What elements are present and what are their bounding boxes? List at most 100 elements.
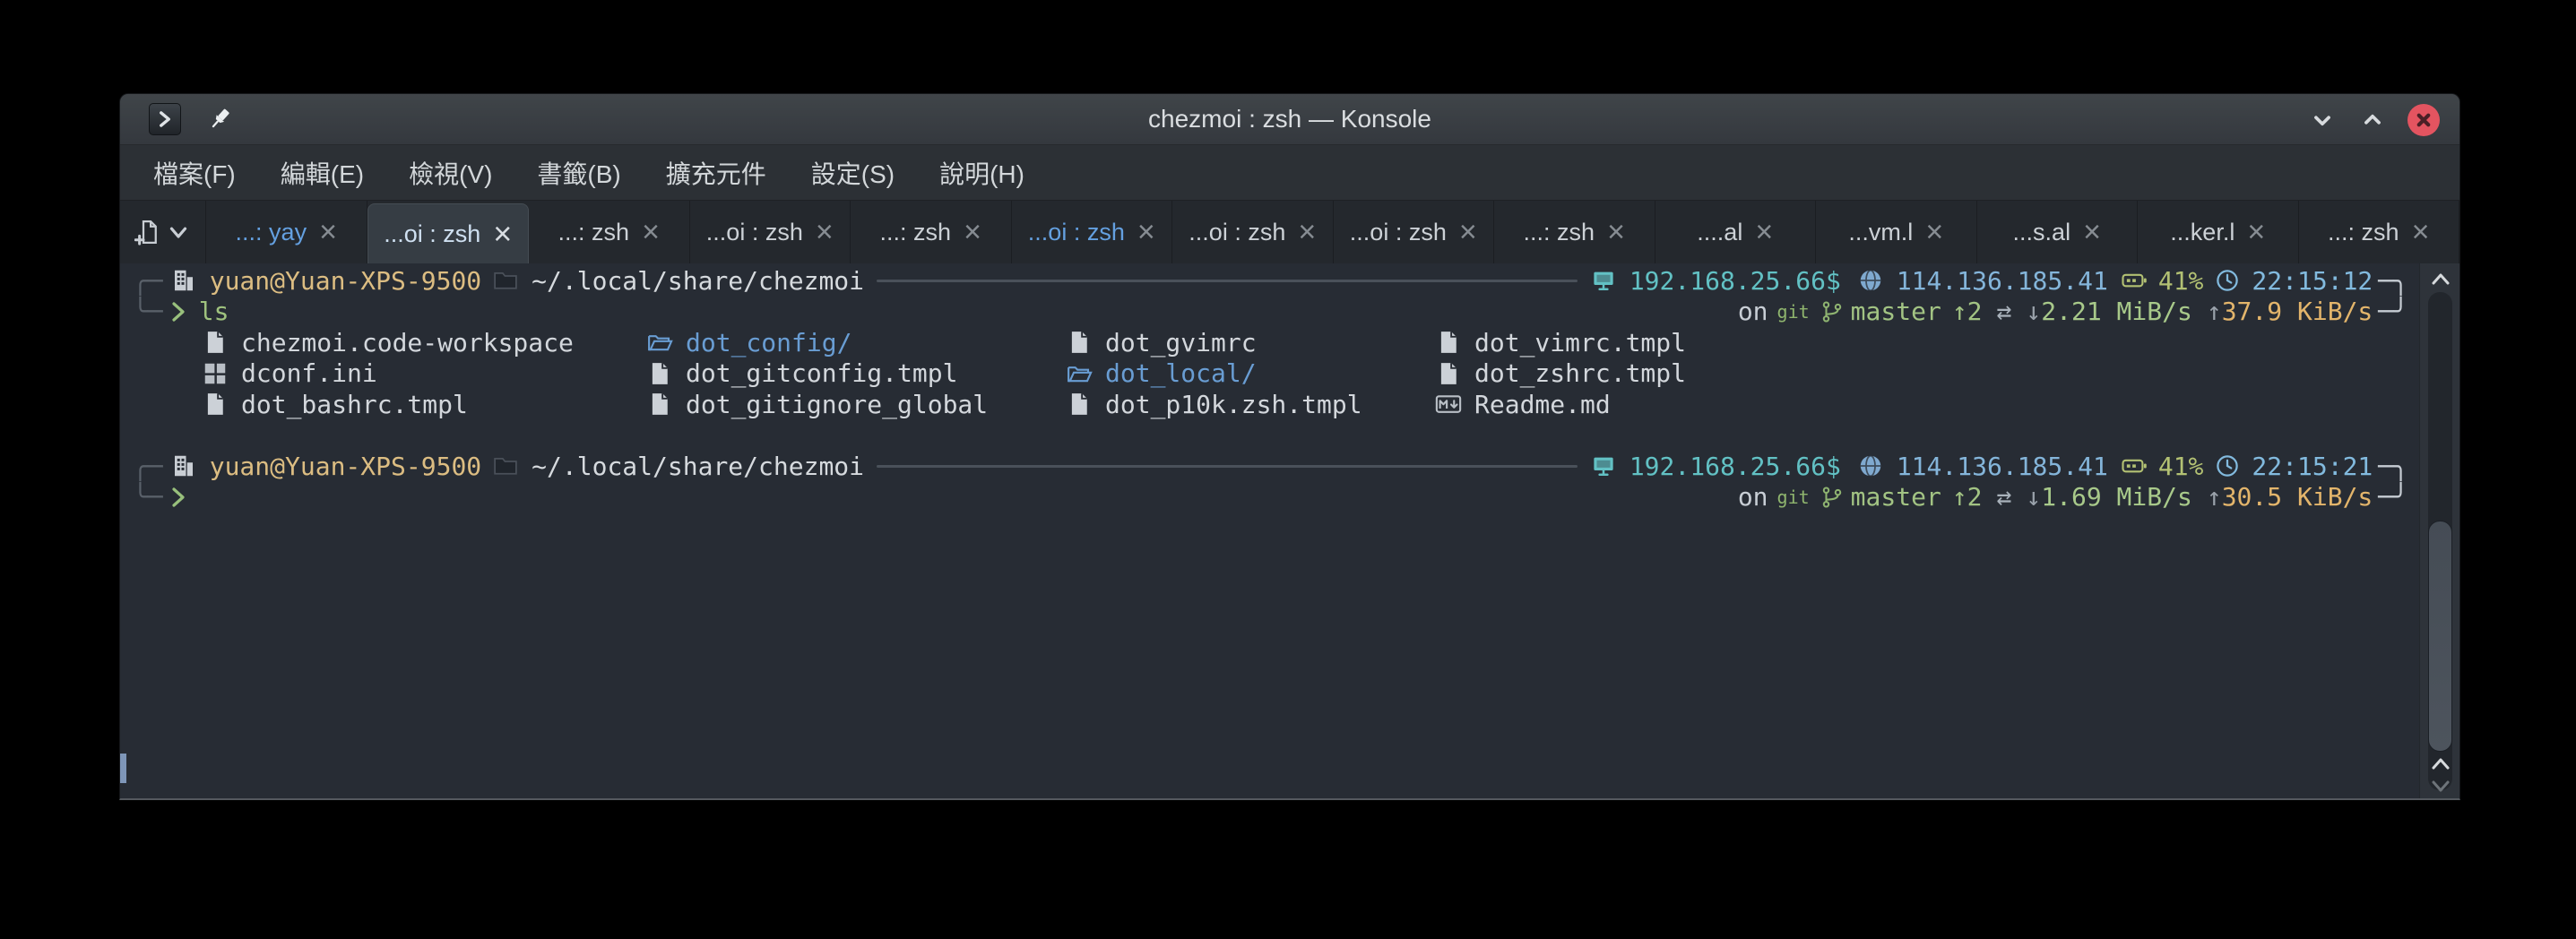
menu-item-5[interactable]: 設定(S) (789, 145, 917, 200)
tab-11[interactable]: ...s.al × (1977, 201, 2139, 263)
tab-label: ...oi : zsh (1350, 219, 1447, 246)
download-speed: 1.69 MiB/s (2041, 482, 2192, 512)
tab-close-icon[interactable]: × (816, 217, 834, 247)
user-host: yuan@Yuan-XPS-9500 (210, 266, 481, 296)
menu-item-3[interactable]: 書籤(B) (514, 145, 643, 200)
file-name: dot_local/ (1105, 358, 1257, 388)
file-icon (202, 329, 229, 356)
git-ahead-count: ↑2 (1952, 482, 1983, 512)
file-name: dconf.ini (241, 358, 377, 388)
folder-icon (1066, 360, 1093, 387)
tab-close-icon[interactable]: × (2247, 217, 2265, 247)
file-name: dot_gitconfig.tmpl (686, 358, 957, 388)
tab-close-icon[interactable]: × (1925, 217, 1943, 247)
terminal-content: ╭─ yuan@Yuan-XPS-9500 ~/.local/share/che… (120, 265, 2419, 513)
menu-item-4[interactable]: 擴充元件 (644, 145, 789, 200)
clock-time: 22:15:12 (2252, 266, 2373, 296)
menu-item-2[interactable]: 檢視(V) (386, 145, 514, 200)
tab-close-icon[interactable]: × (964, 217, 981, 247)
tab-close-icon[interactable]: × (1459, 217, 1477, 247)
frame-corner: ─╮ (2378, 266, 2408, 296)
file-icon (646, 360, 673, 387)
battery-icon (2121, 452, 2148, 479)
scroll-down-icon[interactable] (2420, 778, 2460, 794)
maximize-button[interactable] (2357, 105, 2388, 135)
file-entry: chezmoi.code-workspace (202, 327, 574, 358)
file-entry: dconf.ini (202, 358, 377, 390)
scroll-up-bottom-icon[interactable] (2420, 756, 2460, 772)
tab-close-icon[interactable]: × (2083, 217, 2101, 247)
tab-7[interactable]: ...oi : zsh × (1334, 201, 1495, 263)
tab-close-icon[interactable]: × (1607, 217, 1625, 247)
menu-bar: 檔案(F) 編輯(E) 檢視(V) 書籤(B) 擴充元件 設定(S) 說明(H) (120, 145, 2459, 200)
tab-9[interactable]: ....al × (1655, 201, 1817, 263)
file-icon (1435, 329, 1462, 356)
upload-speed: 30.5 KiB/s (2222, 482, 2373, 512)
git-branch-icon (1820, 486, 1844, 509)
tab-label: ...s.al (2013, 219, 2071, 246)
ls-output-row-1: dconf.ini dot_gitconfig.tmpl dot_local/dot… (133, 358, 2408, 390)
prompt-arrow-icon (169, 486, 188, 509)
tab-close-icon[interactable]: × (2412, 217, 2430, 247)
tab-label: ...oi : zsh (1028, 219, 1125, 246)
scrollbar[interactable] (2419, 263, 2459, 800)
file-name: dot_zshrc.tmpl (1474, 358, 1686, 388)
tab-8[interactable]: ...: zsh × (1494, 201, 1655, 263)
tab-12[interactable]: ...ker.l × (2138, 201, 2299, 263)
tab-1-active[interactable]: ...oi : zsh × (367, 203, 530, 263)
ls-output-row-2: dot_bashrc.tmpldot_gitignore_globaldot_p… (133, 389, 2408, 420)
terminal-viewport[interactable]: ╭─ yuan@Yuan-XPS-9500 ~/.local/share/che… (120, 263, 2459, 800)
tab-3[interactable]: ...oi : zsh × (690, 201, 851, 263)
globe-icon (1857, 452, 1884, 479)
git-branch-name: master (1851, 297, 1941, 326)
ini-icon (202, 360, 229, 387)
file-entry: dot_zshrc.tmpl (1435, 358, 1686, 390)
file-icon (1066, 329, 1093, 356)
tab-2[interactable]: ...: zsh × (529, 201, 690, 263)
frame-corner: ─╯ (2378, 297, 2408, 326)
git-label: git (1777, 301, 1810, 323)
menu-item-6[interactable]: 說明(H) (917, 145, 1047, 200)
tab-close-icon[interactable]: × (319, 217, 337, 247)
menu-item-1[interactable]: 編輯(E) (258, 145, 386, 200)
tab-close-icon[interactable]: × (1137, 217, 1155, 247)
prompt-arrow-icon (169, 300, 188, 323)
tab-close-icon[interactable]: × (1298, 217, 1316, 247)
tab-close-icon[interactable]: × (1755, 217, 1773, 247)
file-entry: dot_vimrc.tmpl (1435, 327, 1686, 358)
git-label: git (1777, 487, 1810, 508)
menu-item-0[interactable]: 檔案(F) (131, 145, 258, 200)
tab-13[interactable]: ...: zsh × (2299, 201, 2460, 263)
close-button[interactable] (2407, 104, 2440, 136)
tab-10[interactable]: ...vm.l × (1816, 201, 1977, 263)
file-entry: dot_gvimrc (1066, 327, 1257, 358)
wan-ip: 114.136.185.41 (1897, 452, 2108, 481)
tab-close-icon[interactable]: × (642, 217, 660, 247)
file-icon (1435, 360, 1462, 387)
tab-4[interactable]: ...: zsh × (851, 201, 1012, 263)
tab-label: ...: zsh (2328, 219, 2399, 246)
new-tab-button[interactable] (134, 219, 161, 246)
file-name: dot_p10k.zsh.tmpl (1105, 390, 1362, 419)
tab-close-icon[interactable]: × (493, 218, 512, 250)
clock-icon (2214, 452, 2241, 479)
file-name: dot_vimrc.tmpl (1474, 328, 1686, 358)
tab-0[interactable]: ...: yay × (206, 201, 367, 263)
tab-list-dropdown-button[interactable] (165, 219, 192, 246)
current-folder-icon (492, 452, 519, 479)
tab-5[interactable]: ...oi : zsh × (1012, 201, 1173, 263)
title-bar[interactable]: chezmoi : zsh — Konsole (120, 94, 2459, 145)
clock-icon (2214, 267, 2241, 294)
tab-6[interactable]: ...oi : zsh × (1172, 201, 1334, 263)
scrollbar-thumb[interactable] (2428, 521, 2452, 752)
scroll-up-icon[interactable] (2420, 271, 2460, 289)
prompt-line-2: ╰─ ls on git master ↑2 ⇄ ↓ 2.21 MiB/s ↑ … (133, 297, 2408, 328)
tab-label: ...: zsh (880, 219, 952, 246)
window-title: chezmoi : zsh — Konsole (120, 105, 2459, 134)
ls-output-row-0: chezmoi.code-workspacedot_config/dot_gvi… (133, 327, 2408, 358)
minimize-button[interactable] (2307, 105, 2338, 135)
frame-corner: ╭─ (133, 266, 163, 296)
battery-percent: 41% (2158, 266, 2204, 296)
frame-corner: ╭─ (133, 452, 163, 481)
swap-arrows: ⇄ (1997, 482, 2012, 512)
